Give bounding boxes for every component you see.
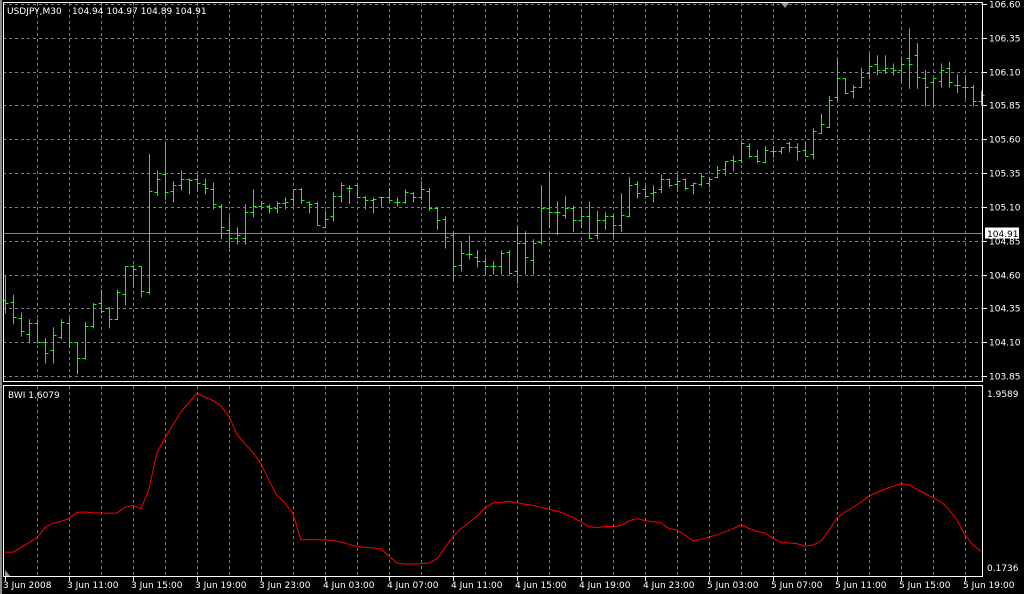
time-tick-label: 5 Jun 11:00: [835, 581, 887, 591]
price-tick-label: 104.10: [989, 339, 1021, 349]
window-edge: [0, 0, 2, 594]
price-tick-label: 105.35: [989, 170, 1021, 180]
price-tick-label: 106.60: [989, 1, 1021, 11]
price-tick-label: 105.60: [989, 136, 1021, 146]
price-tick-label: 106.10: [989, 69, 1021, 79]
indicator-scale-max: 1.9589: [987, 390, 1019, 400]
price-tick-label: 104.35: [989, 305, 1021, 315]
indicator-scale-min: 0.1736: [987, 564, 1019, 574]
time-tick-label: 5 Jun 07:00: [771, 581, 823, 591]
price-tick-label: 105.10: [989, 204, 1021, 214]
ohlc-readout: 104.94 104.97 104.89 104.91: [72, 7, 207, 17]
price-tick-label: 106.35: [989, 35, 1021, 45]
indicator-label: BWI 1.6079: [8, 391, 60, 401]
time-tick-label: 4 Jun 15:00: [515, 581, 567, 591]
bid-price-tag: 104.91: [985, 227, 1019, 240]
time-tick-label: 5 Jun 03:00: [707, 581, 759, 591]
time-tick-label: 3 Jun 19:00: [195, 581, 247, 591]
time-tick-label: 4 Jun 23:00: [643, 581, 695, 591]
chart-window[interactable]: 106.60 106.35 106.10 105.85 105.60 105.35 105.…: [0, 0, 1024, 594]
time-tick-label: 3 Jun 2008: [3, 581, 52, 591]
bid-price-label: 104.91: [987, 230, 1019, 240]
price-tick-label: 103.85: [989, 373, 1021, 383]
time-tick-label: 5 Jun 15:00: [899, 581, 951, 591]
time-tick-label: 3 Jun 11:00: [67, 581, 119, 591]
time-tick-label: 4 Jun 11:00: [451, 581, 503, 591]
time-tick-label: 3 Jun 15:00: [131, 581, 183, 591]
price-tick-label: 105.85: [989, 102, 1021, 112]
price-tick-label: 104.60: [989, 272, 1021, 282]
time-tick-label: 4 Jun 19:00: [579, 581, 631, 591]
time-tick-label: 4 Jun 07:00: [387, 581, 439, 591]
time-tick-label: 5 Jun 19:00: [963, 581, 1015, 591]
symbol-title: USDJPY,M30: [7, 7, 62, 17]
time-tick-label: 4 Jun 03:00: [323, 581, 375, 591]
time-tick-label: 3 Jun 23:00: [259, 581, 311, 591]
background: [0, 0, 1024, 594]
